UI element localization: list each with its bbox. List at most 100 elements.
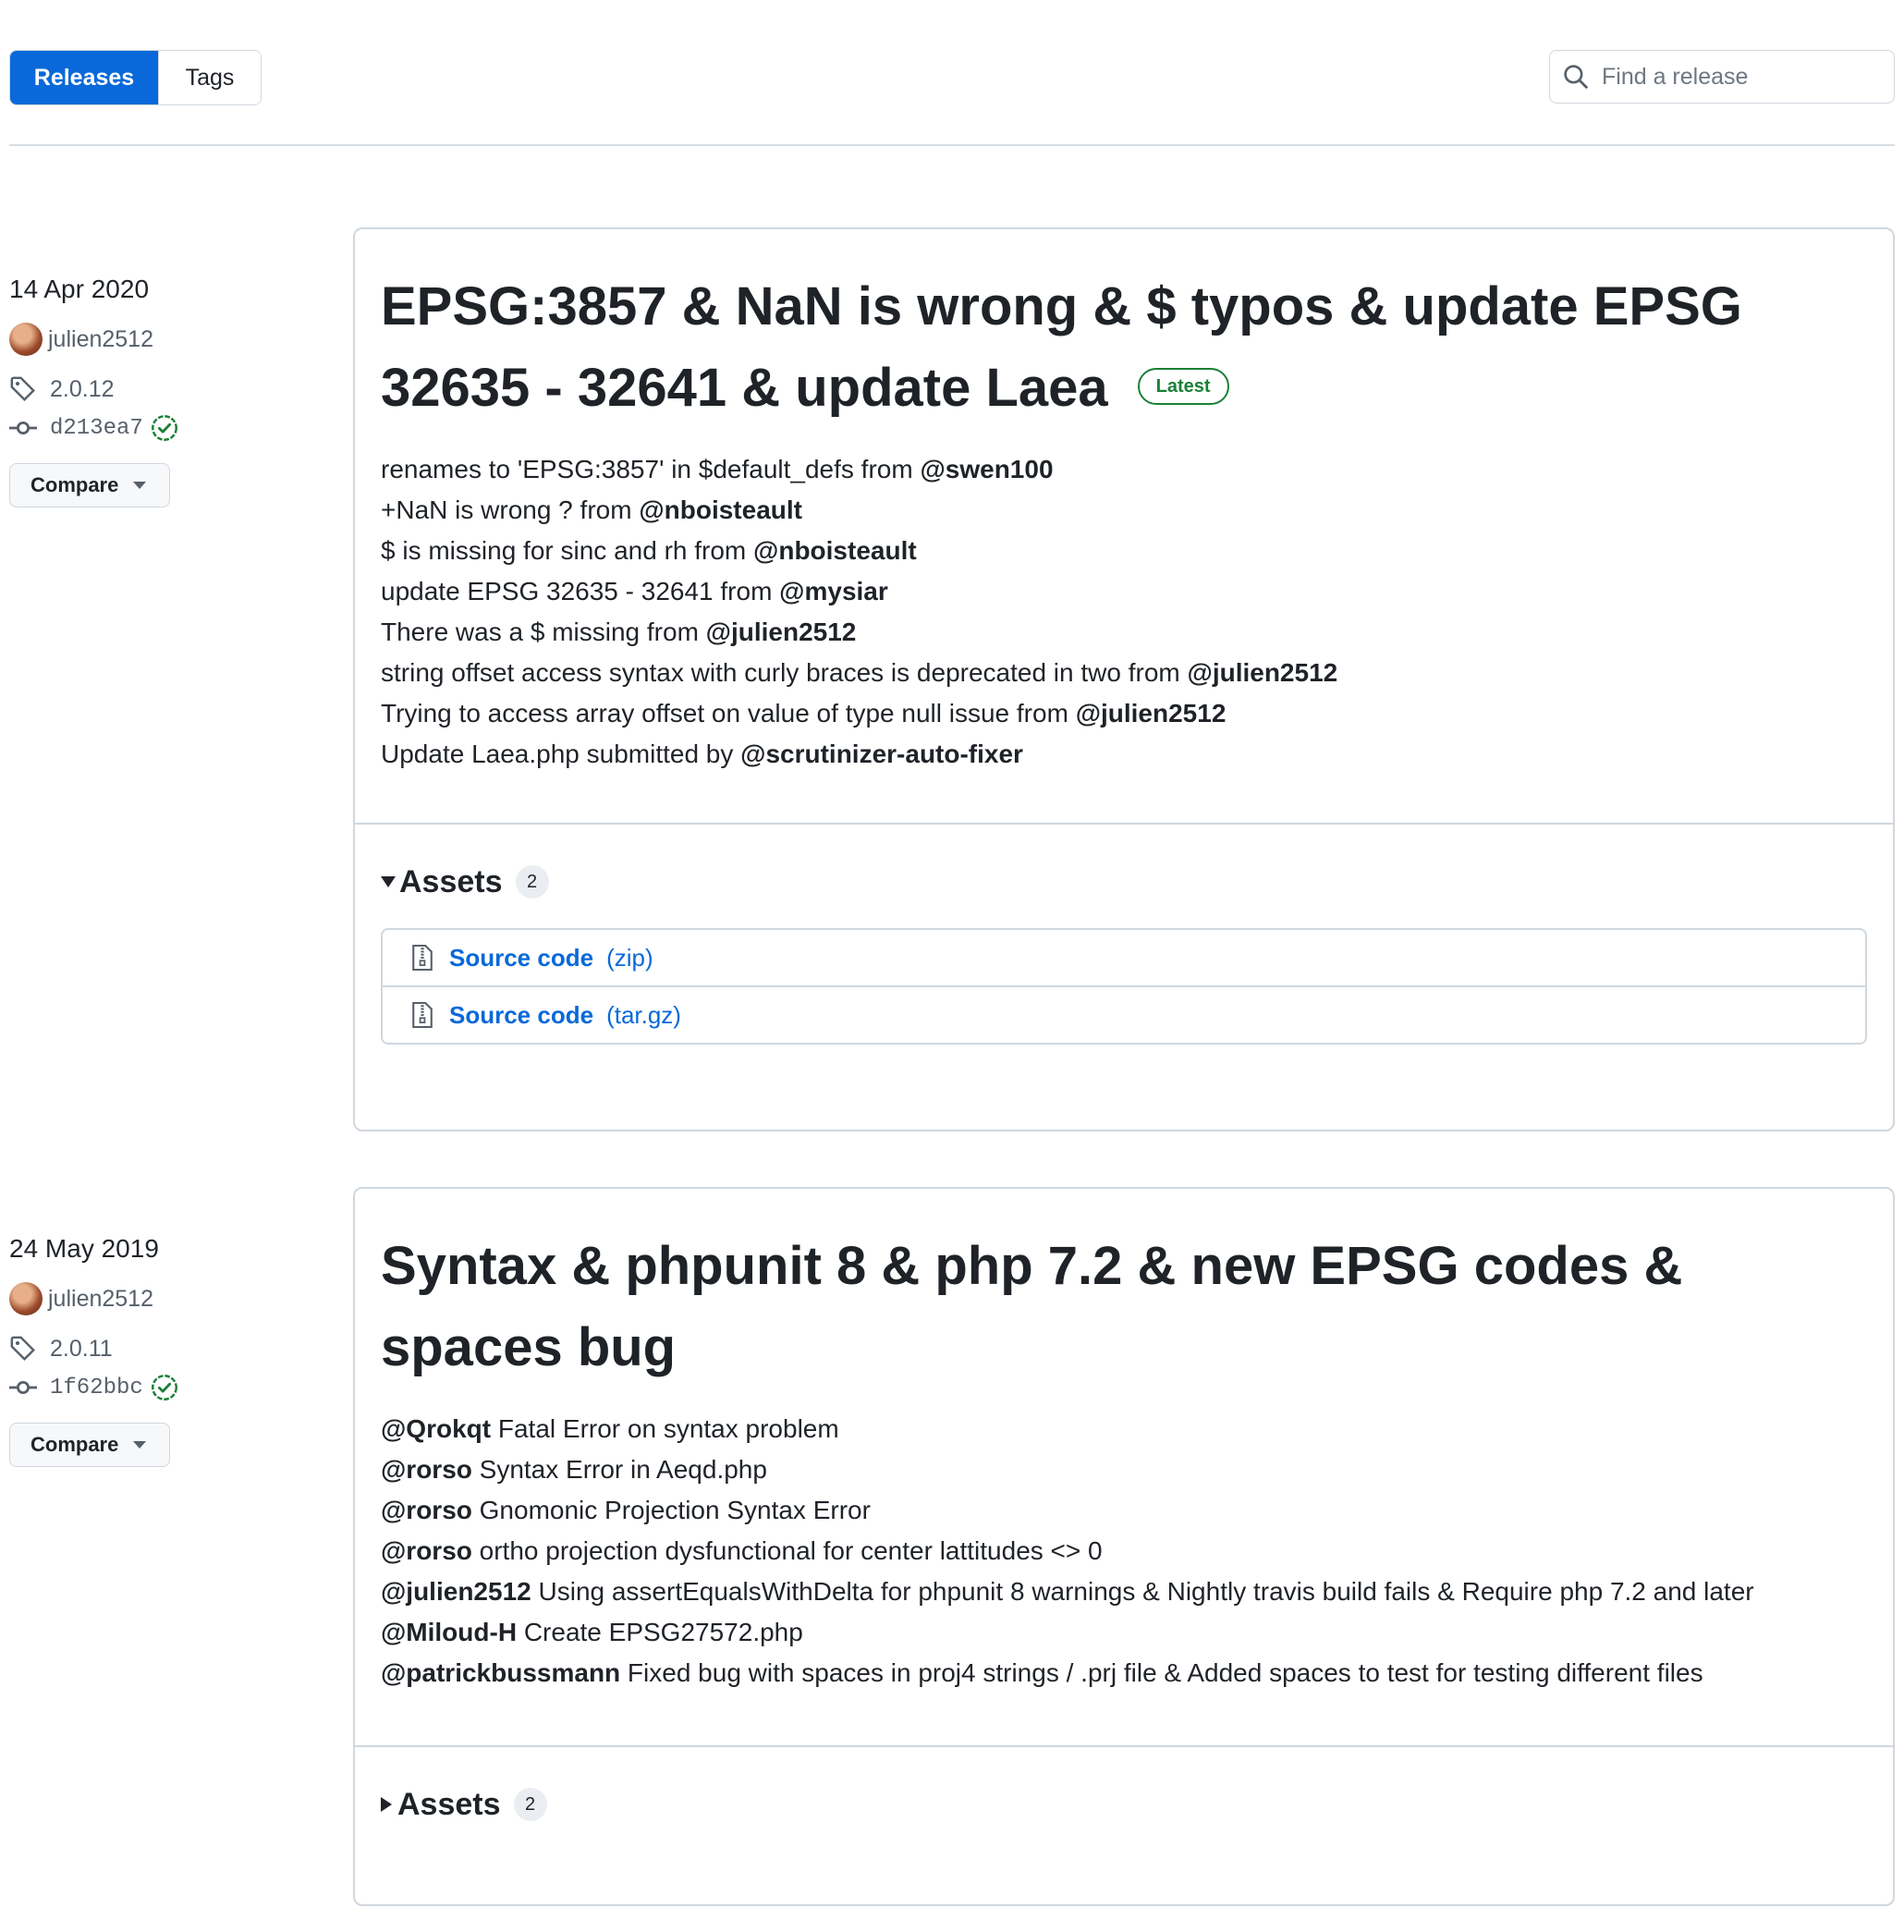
verified-check-icon[interactable] bbox=[151, 414, 178, 442]
commit-sha[interactable]: d213ea7 bbox=[50, 416, 143, 441]
header-divider bbox=[9, 144, 1895, 146]
user-mention[interactable]: @nboisteault bbox=[639, 495, 802, 524]
releases-toolbar: Releases Tags bbox=[9, 50, 1895, 105]
user-mention[interactable]: @Miloud-H bbox=[381, 1618, 517, 1646]
file-zip-icon bbox=[412, 944, 433, 972]
search-input[interactable] bbox=[1600, 62, 1872, 92]
assets-count: 2 bbox=[515, 865, 549, 899]
note-text: Syntax Error in Aeqd.php bbox=[471, 1455, 767, 1484]
triangle-down-icon bbox=[381, 876, 396, 887]
user-mention[interactable]: @scrutinizer-auto-fixer bbox=[740, 740, 1023, 768]
note-text: renames to 'EPSG:3857' in $default_defs … bbox=[381, 455, 921, 483]
user-mention[interactable]: @julien2512 bbox=[381, 1577, 531, 1606]
release-commit[interactable]: 1f62bbc bbox=[9, 1369, 314, 1406]
release-title-text[interactable]: EPSG:3857 & NaN is wrong & $ typos & upd… bbox=[381, 276, 1742, 418]
release-author[interactable]: julien2512 bbox=[9, 1280, 314, 1317]
compare-button[interactable]: Compare bbox=[9, 1423, 170, 1467]
note-text: $ is missing for sinc and rh from bbox=[381, 536, 754, 565]
note-line: There was a $ missing from @julien2512 bbox=[381, 612, 1867, 653]
note-line: @julien2512 Using assertEqualsWithDelta … bbox=[381, 1571, 1867, 1612]
user-mention[interactable]: @julien2512 bbox=[706, 618, 857, 646]
author-name[interactable]: julien2512 bbox=[48, 326, 153, 353]
user-mention[interactable]: @rorso bbox=[381, 1496, 472, 1524]
note-line: @Miloud-H Create EPSG27572.php bbox=[381, 1612, 1867, 1653]
avatar[interactable] bbox=[9, 1282, 43, 1315]
release-title[interactable]: EPSG:3857 & NaN is wrong & $ typos & upd… bbox=[381, 266, 1867, 429]
release-meta: 14 Apr 2020 julien2512 2.0.12 d213ea7 Co… bbox=[9, 271, 314, 507]
tab-releases[interactable]: Releases bbox=[10, 51, 158, 104]
releases-tags-switch: Releases Tags bbox=[9, 50, 262, 105]
user-mention[interactable]: @rorso bbox=[381, 1455, 472, 1484]
card-divider bbox=[355, 1745, 1893, 1747]
release-title[interactable]: Syntax & phpunit 8 & php 7.2 & new EPSG … bbox=[381, 1226, 1867, 1388]
asset-ext[interactable]: (zip) bbox=[606, 944, 653, 972]
note-text: Using assertEqualsWithDelta for phpunit … bbox=[531, 1577, 1754, 1606]
release-author[interactable]: julien2512 bbox=[9, 321, 314, 358]
release-date: 24 May 2019 bbox=[9, 1234, 159, 1263]
note-line: $ is missing for sinc and rh from @nbois… bbox=[381, 531, 1867, 571]
user-mention[interactable]: @swen100 bbox=[920, 455, 1053, 483]
release-tag[interactable]: 2.0.12 bbox=[9, 371, 314, 408]
note-line: string offset access syntax with curly b… bbox=[381, 653, 1867, 693]
user-mention[interactable]: @nboisteault bbox=[753, 536, 917, 565]
author-name[interactable]: julien2512 bbox=[48, 1286, 153, 1313]
note-line: @rorso Syntax Error in Aeqd.php bbox=[381, 1449, 1867, 1490]
caret-down-icon bbox=[133, 482, 147, 489]
avatar[interactable] bbox=[9, 323, 43, 356]
commit-sha[interactable]: 1f62bbc bbox=[50, 1376, 143, 1400]
asset-link[interactable]: Source code bbox=[449, 944, 593, 972]
caret-down-icon bbox=[133, 1441, 147, 1449]
triangle-right-icon bbox=[381, 1797, 392, 1812]
compare-label: Compare bbox=[31, 1433, 119, 1456]
release-commit[interactable]: d213ea7 bbox=[9, 410, 314, 446]
note-text: Gnomonic Projection Syntax Error bbox=[471, 1496, 871, 1524]
release-date: 14 Apr 2020 bbox=[9, 275, 150, 303]
assets-list: Source code (zip) Source code (tar.gz) bbox=[381, 928, 1867, 1045]
user-mention[interactable]: @Qrokqt bbox=[381, 1414, 491, 1443]
asset-link[interactable]: Source code bbox=[449, 1001, 593, 1030]
assets-toggle[interactable]: Assets 2 bbox=[355, 1777, 1893, 1832]
latest-badge: Latest bbox=[1137, 367, 1229, 405]
note-text: string offset access syntax with curly b… bbox=[381, 658, 1188, 687]
tag-icon bbox=[10, 376, 35, 401]
asset-ext[interactable]: (tar.gz) bbox=[606, 1001, 681, 1030]
note-line: @rorso ortho projection dysfunctional fo… bbox=[381, 1531, 1867, 1571]
asset-row[interactable]: Source code (tar.gz) bbox=[383, 985, 1865, 1043]
note-line: update EPSG 32635 - 32641 from @mysiar bbox=[381, 571, 1867, 612]
asset-row[interactable]: Source code (zip) bbox=[383, 930, 1865, 985]
user-mention[interactable]: @patrickbussmann bbox=[381, 1658, 620, 1687]
user-mention[interactable]: @julien2512 bbox=[1188, 658, 1338, 687]
release-tag[interactable]: 2.0.11 bbox=[9, 1330, 314, 1367]
note-text: Fatal Error on syntax problem bbox=[491, 1414, 839, 1443]
tab-tags[interactable]: Tags bbox=[158, 51, 261, 104]
note-text: Trying to access array offset on value o… bbox=[381, 699, 1076, 728]
tag-name[interactable]: 2.0.12 bbox=[50, 376, 115, 403]
note-line: Trying to access array offset on value o… bbox=[381, 693, 1867, 734]
compare-button[interactable]: Compare bbox=[9, 463, 170, 507]
user-mention[interactable]: @rorso bbox=[381, 1536, 472, 1565]
file-zip-icon bbox=[412, 1001, 433, 1029]
note-line: +NaN is wrong ? from @nboisteault bbox=[381, 490, 1867, 531]
release-notes: @Qrokqt Fatal Error on syntax problem @r… bbox=[381, 1409, 1867, 1694]
note-line: Update Laea.php submitted by @scrutinize… bbox=[381, 734, 1867, 775]
note-text: Update Laea.php submitted by bbox=[381, 740, 741, 768]
tag-name[interactable]: 2.0.11 bbox=[50, 1336, 113, 1363]
search-icon bbox=[1564, 65, 1588, 89]
assets-toggle[interactable]: Assets 2 bbox=[355, 854, 1893, 910]
release-card: Syntax & phpunit 8 & php 7.2 & new EPSG … bbox=[353, 1187, 1895, 1906]
note-line: @Qrokqt Fatal Error on syntax problem bbox=[381, 1409, 1867, 1449]
release-title-text[interactable]: Syntax & phpunit 8 & php 7.2 & new EPSG … bbox=[381, 1236, 1682, 1377]
note-line: renames to 'EPSG:3857' in $default_defs … bbox=[381, 449, 1867, 490]
note-text: update EPSG 32635 - 32641 from bbox=[381, 577, 780, 605]
note-text: +NaN is wrong ? from bbox=[381, 495, 640, 524]
assets-count: 2 bbox=[513, 1788, 547, 1821]
release-search[interactable] bbox=[1549, 50, 1895, 104]
note-text: ortho projection dysfunctional for cente… bbox=[471, 1536, 1103, 1565]
user-mention[interactable]: @mysiar bbox=[779, 577, 888, 605]
commit-icon bbox=[9, 421, 37, 435]
tag-icon bbox=[10, 1336, 35, 1361]
verified-check-icon[interactable] bbox=[151, 1374, 178, 1401]
note-text: There was a $ missing from bbox=[381, 618, 706, 646]
user-mention[interactable]: @julien2512 bbox=[1076, 699, 1227, 728]
note-text: Fixed bug with spaces in proj4 strings /… bbox=[620, 1658, 1703, 1687]
